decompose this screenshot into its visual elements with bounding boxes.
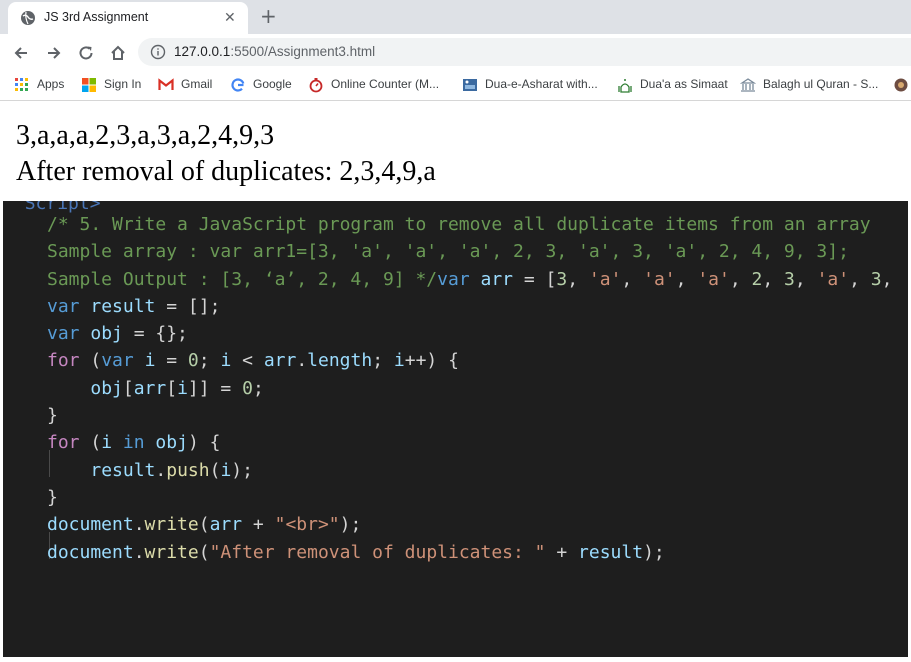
- url-text[interactable]: 127.0.0.1:5500/Assignment3.html: [174, 44, 375, 59]
- counter-icon: [309, 78, 323, 93]
- site-icon: [463, 79, 477, 91]
- tab-strip: JS 3rd Assignment ✕ +: [0, 0, 911, 34]
- bookmark-label: Dua-e-Asharat with...: [485, 77, 598, 91]
- windows-logo-icon: [82, 78, 96, 92]
- bookmark-label: Dua'a as Simaat: [640, 77, 728, 91]
- home-icon[interactable]: [109, 44, 127, 62]
- back-arrow-icon[interactable]: [12, 44, 30, 62]
- bookmark-label: Online Counter (M...: [331, 77, 440, 91]
- bookmark-label: Sign In: [104, 77, 142, 91]
- forward-arrow-icon[interactable]: [45, 44, 63, 62]
- close-tab-icon[interactable]: ✕: [224, 10, 236, 26]
- bookmark-label: Gmail: [181, 77, 213, 91]
- bookmark-label: Balagh ul Quran - S...: [763, 77, 879, 91]
- new-tab-icon[interactable]: +: [260, 5, 277, 27]
- output-array: 3,a,a,a,2,3,a,3,a,2,4,9,3: [16, 120, 275, 151]
- browser-toolbar: 127.0.0.1:5500/Assignment3.html: [0, 34, 911, 70]
- bookmark-overflow-icon[interactable]: [893, 77, 909, 93]
- mosque-icon: [618, 79, 632, 93]
- code-listing: /* 5. Write a JavaScript program to remo…: [47, 214, 908, 563]
- url-path: :5500/Assignment3.html: [230, 44, 376, 59]
- browser-tab[interactable]: JS 3rd Assignment ✕: [8, 2, 248, 34]
- bookmark-label: Apps: [37, 77, 65, 91]
- reload-icon[interactable]: [77, 44, 95, 62]
- info-icon[interactable]: [150, 44, 166, 60]
- url-host: 127.0.0.1: [174, 44, 231, 59]
- page-content: 3,a,a,a,2,3,a,3,a,2,4,9,3 After removal …: [0, 101, 911, 662]
- address-bar[interactable]: 127.0.0.1:5500/Assignment3.html: [138, 38, 911, 66]
- globe-icon: [21, 11, 35, 25]
- bookmark-label: Google: [253, 77, 292, 91]
- code-editor-screenshot: Script> /* 5. Write a JavaScript program…: [3, 201, 908, 657]
- apps-grid-icon: [15, 78, 28, 91]
- building-icon: [740, 78, 756, 92]
- output-result: After removal of duplicates: 2,3,4,9,a: [16, 156, 436, 187]
- tab-title: JS 3rd Assignment: [44, 10, 149, 24]
- google-icon: [231, 78, 245, 92]
- bookmarks-bar: Apps Sign In Gmail Google Online Counter…: [0, 70, 911, 101]
- gmail-icon: [158, 78, 174, 90]
